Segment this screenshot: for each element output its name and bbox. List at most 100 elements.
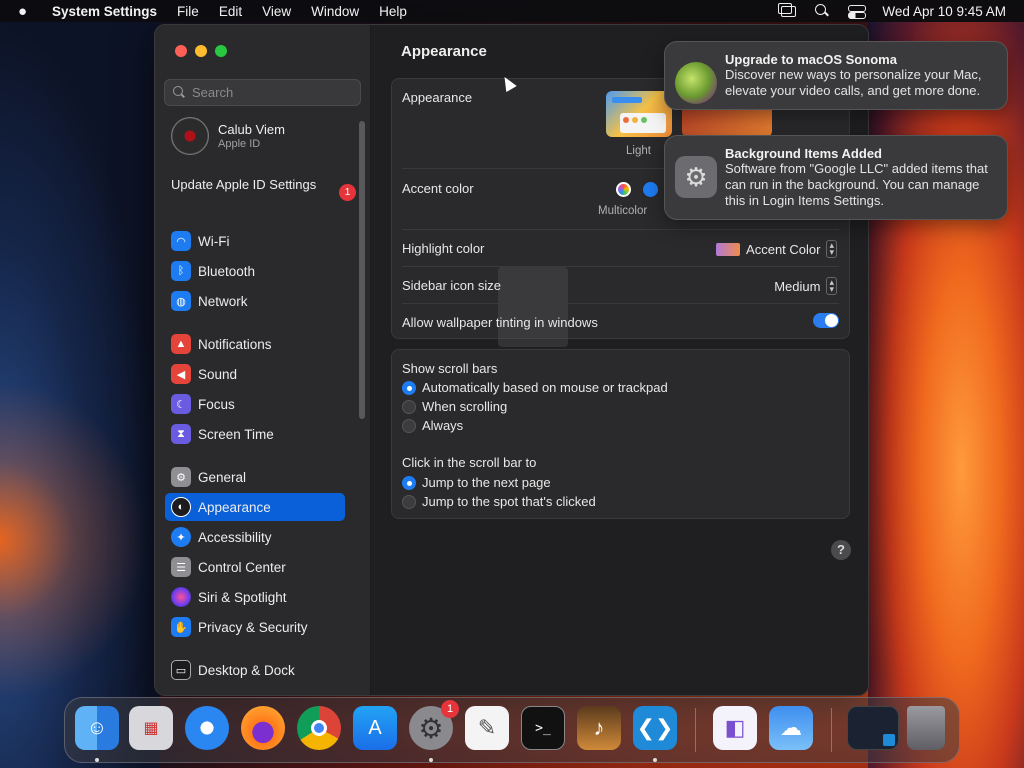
- close-button[interactable]: [175, 45, 187, 57]
- radio-label: Always: [422, 418, 464, 433]
- textedit-icon[interactable]: ✎: [465, 706, 509, 750]
- wallpaper-tinting-toggle[interactable]: [813, 313, 839, 328]
- siri-icon: [171, 587, 191, 607]
- system-settings-icon[interactable]: ⚙ 1: [409, 700, 459, 750]
- sidebar-item-network[interactable]: ◍ Network: [165, 287, 345, 315]
- menu-help[interactable]: Help: [379, 4, 407, 19]
- accent-blue-swatch[interactable]: [643, 182, 658, 197]
- sidebar-item-bluetooth[interactable]: ᛒ Bluetooth: [165, 257, 345, 285]
- wifi-icon: ◠: [171, 231, 191, 251]
- radio-button[interactable]: [402, 475, 416, 490]
- highlight-swatch: [716, 242, 741, 256]
- highlight-color-label: Highlight color: [402, 241, 485, 256]
- scroll-option-always[interactable]: Always: [402, 418, 463, 433]
- search-input[interactable]: [192, 85, 352, 100]
- sidebar-item-label: Sound: [198, 366, 238, 382]
- app-store-icon[interactable]: A: [353, 706, 397, 750]
- radio-button[interactable]: [402, 399, 416, 414]
- dock-separator: [695, 708, 696, 752]
- radio-button[interactable]: [402, 380, 416, 395]
- zoom-button[interactable]: [215, 45, 227, 57]
- appearance-light-thumbnail[interactable]: [606, 91, 672, 137]
- sidebar-item-label: Desktop & Dock: [198, 662, 295, 678]
- menu-window[interactable]: Window: [311, 4, 359, 19]
- spotlight-search-icon[interactable]: [814, 4, 830, 18]
- divider: [402, 266, 839, 267]
- wallpaper-right: [868, 22, 1024, 768]
- appearance-light-label: Light: [626, 145, 651, 157]
- sidebar-item-desktop-dock[interactable]: ▭ Desktop & Dock: [165, 656, 345, 684]
- menu-view[interactable]: View: [262, 4, 291, 19]
- sidebar-item-wifi[interactable]: ◠ Wi-Fi: [165, 227, 345, 255]
- accent-multicolor-swatch[interactable]: [616, 182, 631, 197]
- dock-separator: [831, 708, 832, 752]
- search-field[interactable]: [164, 79, 361, 106]
- firefox-icon[interactable]: [241, 706, 285, 750]
- running-indicator: [95, 758, 99, 762]
- macos-sonoma-icon: [675, 62, 717, 104]
- radio-button[interactable]: [402, 418, 416, 433]
- sidebar-item-sound[interactable]: ◀ Sound: [165, 360, 345, 388]
- sidebar-item-label: Siri & Spotlight: [198, 589, 287, 605]
- menu-clock[interactable]: Wed Apr 10 9:45 AM: [882, 4, 1006, 19]
- weather-icon[interactable]: ☁: [769, 706, 813, 750]
- accent-color-label: Accent color: [402, 181, 474, 196]
- highlight-color-popup[interactable]: Accent Color ▴ ▾: [716, 240, 837, 258]
- bluetooth-icon: ᛒ: [171, 261, 191, 281]
- control-center-menu-icon[interactable]: [848, 4, 867, 19]
- notification-title: Background Items Added: [725, 146, 882, 161]
- vscode-icon[interactable]: ❮❯: [633, 706, 677, 750]
- visual-studio-icon[interactable]: ◧: [713, 706, 757, 750]
- screen-mirroring-icon[interactable]: [778, 2, 797, 17]
- sidebar-item-screen-time[interactable]: ⧗ Screen Time: [165, 420, 345, 448]
- highlight-color-value: Accent Color: [746, 241, 821, 257]
- sidebar-icon-size-popup[interactable]: Medium ▴ ▾: [774, 277, 837, 295]
- launchpad-icon[interactable]: ▦: [129, 706, 173, 750]
- trash-icon[interactable]: [907, 706, 945, 750]
- garageband-icon[interactable]: ♪: [577, 706, 621, 750]
- sidebar-item-siri-spotlight[interactable]: Siri & Spotlight: [165, 583, 345, 611]
- apple-logo-icon[interactable]: ●: [18, 3, 34, 20]
- apple-id-row[interactable]: Calub Viem Apple ID: [171, 117, 285, 155]
- chrome-icon[interactable]: [297, 706, 341, 750]
- click-option-spot[interactable]: Jump to the spot that's clicked: [402, 494, 596, 509]
- sidebar-item-label: Privacy & Security: [198, 619, 308, 635]
- avatar: [171, 117, 209, 155]
- sidebar-item-label: Bluetooth: [198, 263, 256, 279]
- hand-icon: ✋: [171, 617, 191, 637]
- sidebar-scrollbar[interactable]: [359, 121, 365, 419]
- globe-icon: ◍: [171, 291, 191, 311]
- sidebar-item-focus[interactable]: ☾ Focus: [165, 390, 345, 418]
- sidebar-item-appearance[interactable]: ◐ Appearance: [165, 493, 345, 521]
- main-content: Appearance Appearance Light Accent color…: [371, 25, 868, 695]
- window-preview-icon[interactable]: [847, 706, 899, 750]
- radio-button[interactable]: [402, 494, 416, 509]
- menu-bar: ● System Settings File Edit View Window …: [0, 0, 1024, 22]
- menu-file[interactable]: File: [177, 4, 199, 19]
- minimize-button[interactable]: [195, 45, 207, 57]
- scroll-option-automatic[interactable]: Automatically based on mouse or trackpad: [402, 380, 668, 395]
- radio-label: Jump to the spot that's clicked: [422, 494, 596, 509]
- running-indicator: [429, 758, 433, 762]
- radio-label: Jump to the next page: [422, 475, 551, 490]
- notification-background-items[interactable]: ⚙ Background Items Added Software from "…: [664, 135, 1008, 220]
- appearance-icon: ◐: [171, 497, 191, 517]
- help-button[interactable]: ?: [831, 540, 851, 560]
- safari-icon[interactable]: ✦: [185, 706, 229, 750]
- sidebar-item-privacy-security[interactable]: ✋ Privacy & Security: [165, 613, 345, 641]
- scroll-option-when-scrolling[interactable]: When scrolling: [402, 399, 507, 414]
- notification-sonoma[interactable]: Upgrade to macOS Sonoma Discover new way…: [664, 41, 1008, 110]
- sidebar-item-notifications[interactable]: ▲ Notifications: [165, 330, 345, 358]
- menu-edit[interactable]: Edit: [219, 4, 242, 19]
- terminal-icon[interactable]: >_: [521, 706, 565, 750]
- bell-icon: ▲: [171, 334, 191, 354]
- menu-app-name[interactable]: System Settings: [52, 4, 157, 19]
- finder-icon[interactable]: ☺: [75, 706, 119, 750]
- click-option-next-page[interactable]: Jump to the next page: [402, 475, 551, 490]
- sidebar-item-accessibility[interactable]: ✦ Accessibility: [165, 523, 345, 551]
- wallpaper-tinting-label: Allow wallpaper tinting in windows: [402, 315, 598, 330]
- update-apple-id-row[interactable]: Update Apple ID Settings 1: [171, 177, 356, 201]
- sidebar-item-control-center[interactable]: ☰ Control Center: [165, 553, 345, 581]
- sidebar-item-general[interactable]: ⚙ General: [165, 463, 345, 491]
- search-icon: [173, 86, 186, 99]
